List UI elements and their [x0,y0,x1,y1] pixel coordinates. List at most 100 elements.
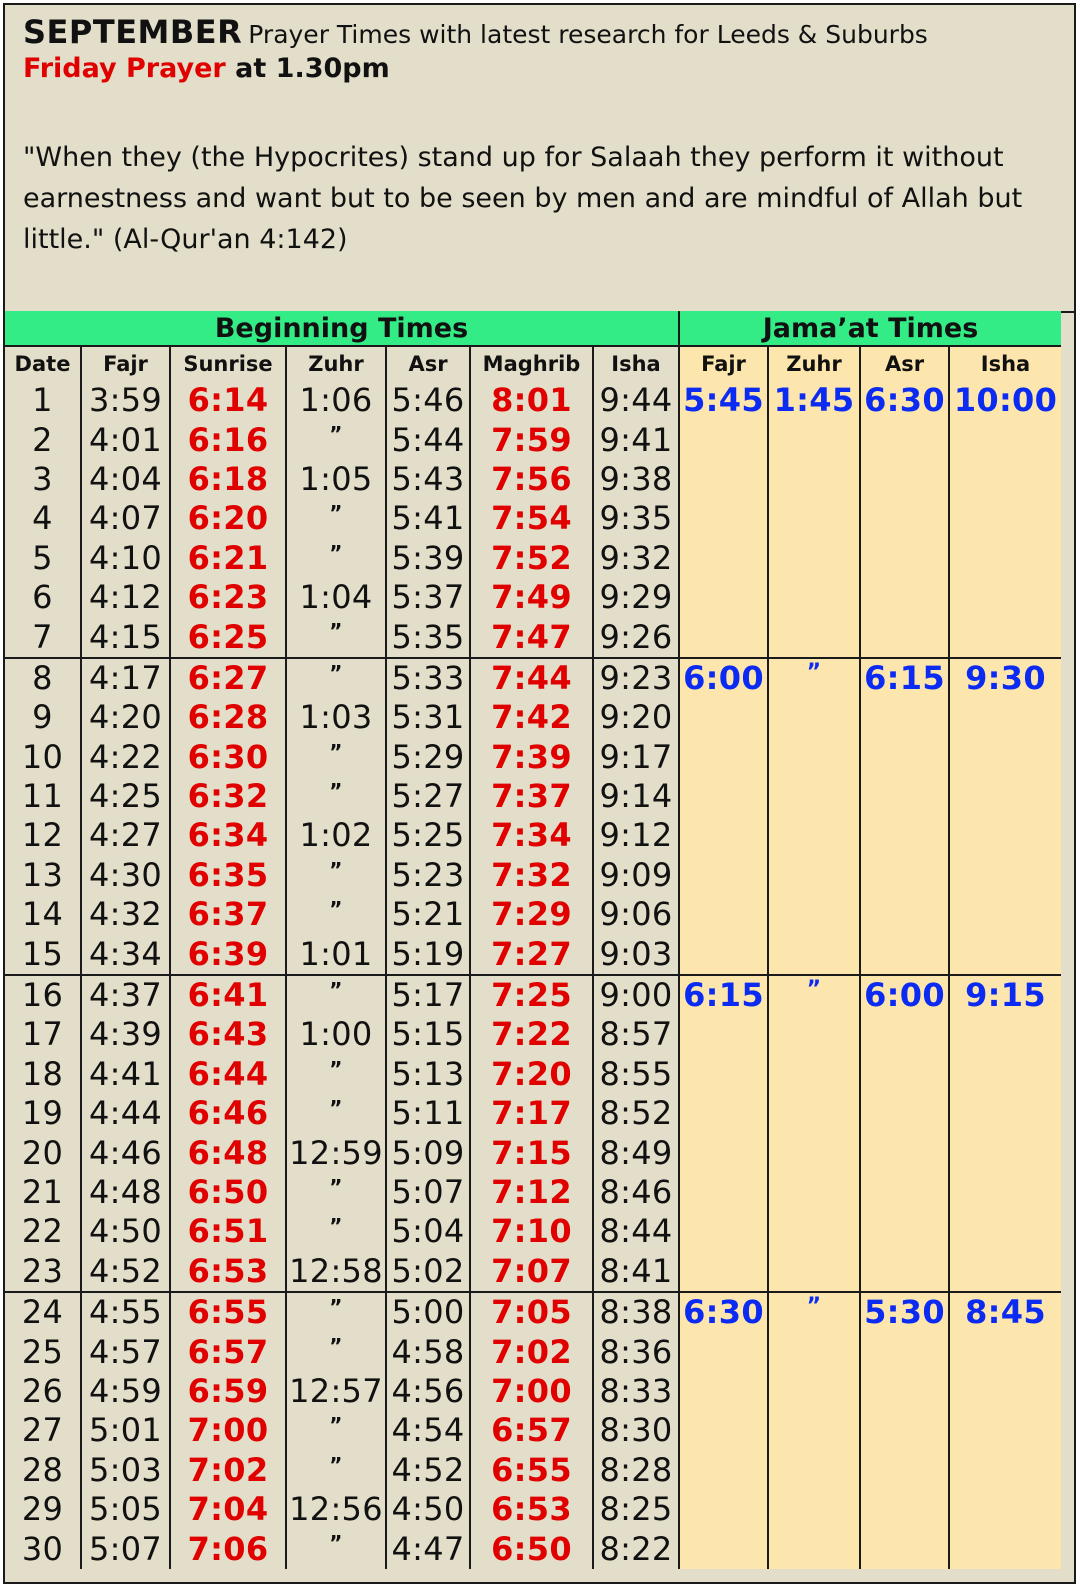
jamaat-cell-zuhr [767,1489,860,1530]
cell-zuhr: ” [285,1450,386,1490]
cell-maghrib: 7:05 [469,1290,593,1333]
cell-date: 27 [5,1411,81,1451]
cell-sunrise: 6:50 [169,1172,286,1213]
jamaat-cell-fajr [678,1371,768,1412]
cell-asr: 4:47 [385,1529,470,1569]
cell-asr: 5:19 [385,934,470,975]
cell-asr: 4:52 [385,1450,470,1490]
table-row: 7 4:15 6:25” 5:35 7:47 9:26 [5,617,1061,658]
cell-zuhr: ” [285,420,386,460]
cell-sunrise: 6:23 [169,577,286,618]
cell-sunrise: 6:14 [169,381,286,421]
cell-fajr: 4:55 [80,1290,170,1333]
table-row: 12 4:27 6:34 1:02 5:25 7:34 9:12 [5,816,1061,856]
cell-zuhr: 1:05 [285,459,386,500]
jamaat-cell-asr [859,737,949,777]
cell-asr: 5:35 [385,617,470,658]
cell-sunrise: 6:39 [169,934,286,975]
cell-isha: 9:09 [592,855,679,896]
jamaat-cell-asr [859,934,949,975]
jamaat-cell-isha: 8:45 [948,1290,1061,1333]
cell-isha: 9:32 [592,538,679,578]
cell-asr: 5:00 [385,1290,470,1333]
cell-isha: 8:49 [592,1133,679,1173]
cell-date: 28 [5,1450,81,1490]
cell-isha: 8:22 [592,1529,679,1569]
cell-isha: 9:35 [592,499,679,539]
table-row: 11 4:25 6:32” 5:27 7:37 9:14 [5,776,1061,817]
cell-fajr: 5:01 [80,1411,170,1451]
jamaat-cell-fajr [678,895,768,935]
cell-zuhr: 12:58 [285,1251,386,1292]
cell-fajr: 3:59 [80,381,170,421]
cell-fajr: 4:59 [80,1371,170,1412]
cell-fajr: 4:20 [80,698,170,738]
jamaat-cell-fajr [678,499,768,539]
cell-zuhr: ” [285,776,386,817]
cell-maghrib: 7:39 [469,737,593,777]
cell-date: 13 [5,855,81,896]
cell-date: 23 [5,1251,81,1292]
jamaat-cell-isha [948,855,1061,896]
cell-zuhr: ” [285,1529,386,1569]
jamaat-cell-zuhr [767,1133,860,1173]
cell-date: 22 [5,1212,81,1252]
cell-maghrib: 8:01 [469,381,593,421]
jamaat-cell-zuhr [767,855,860,896]
table-row: 2 4:01 6:16” 5:44 7:59 9:41 [5,420,1061,460]
cell-isha: 8:41 [592,1251,679,1292]
cell-asr: 5:17 [385,973,470,1016]
timetable-header: SEPTEMBER Prayer Times with latest resear… [5,5,1074,313]
jamaat-cell-fajr [678,1172,768,1213]
cell-asr: 5:37 [385,577,470,618]
table-row: 4 4:07 6:20” 5:41 7:54 9:35 [5,499,1061,539]
cell-sunrise: 6:25 [169,617,286,658]
cell-asr: 5:15 [385,1015,470,1055]
cell-zuhr: ” [285,895,386,935]
cell-fajr: 4:57 [80,1332,170,1372]
table-row: 29 5:05 7:04 12:56 4:50 6:53 8:25 [5,1489,1061,1530]
cell-zuhr: 1:01 [285,934,386,975]
jamaat-cell-asr [859,1212,949,1252]
jamaat-cell-zuhr [767,895,860,935]
cell-asr: 4:58 [385,1332,470,1372]
cell-isha: 9:23 [592,656,679,699]
jamaat-cell-asr [859,538,949,578]
jamaat-cell-zuhr [767,499,860,539]
cell-isha: 9:17 [592,737,679,777]
jamaat-cell-isha [948,1015,1061,1055]
cell-asr: 5:25 [385,816,470,856]
cell-date: 9 [5,698,81,738]
cell-fajr: 4:27 [80,816,170,856]
column-header-maghrib: Maghrib [469,346,593,381]
jamaat-cell-zuhr [767,1094,860,1134]
beginning-times-header: Beginning Times [5,311,679,347]
jamaat-cell-asr [859,577,949,618]
cell-sunrise: 6:44 [169,1054,286,1095]
jamaat-cell-asr [859,617,949,658]
cell-maghrib: 7:27 [469,934,593,975]
cell-asr: 5:27 [385,776,470,817]
cell-date: 25 [5,1332,81,1372]
jamaat-cell-isha [948,1133,1061,1173]
jamaat-cell-isha [948,934,1061,975]
jamaat-cell-fajr [678,1489,768,1530]
cell-date: 1 [5,381,81,421]
cell-sunrise: 6:20 [169,499,286,539]
jamaat-cell-fajr [678,698,768,738]
cell-maghrib: 7:42 [469,698,593,738]
cell-maghrib: 7:47 [469,617,593,658]
jamaat-cell-isha [948,617,1061,658]
jamaat-cell-isha [948,420,1061,460]
cell-maghrib: 7:32 [469,855,593,896]
jamaat-cell-fajr [678,776,768,817]
cell-fajr: 4:04 [80,459,170,500]
cell-maghrib: 7:12 [469,1172,593,1213]
cell-asr: 5:23 [385,855,470,896]
jamaat-cell-asr [859,459,949,500]
cell-date: 26 [5,1371,81,1412]
cell-fajr: 4:37 [80,973,170,1016]
cell-sunrise: 6:51 [169,1212,286,1252]
cell-date: 5 [5,538,81,578]
cell-asr: 5:41 [385,499,470,539]
